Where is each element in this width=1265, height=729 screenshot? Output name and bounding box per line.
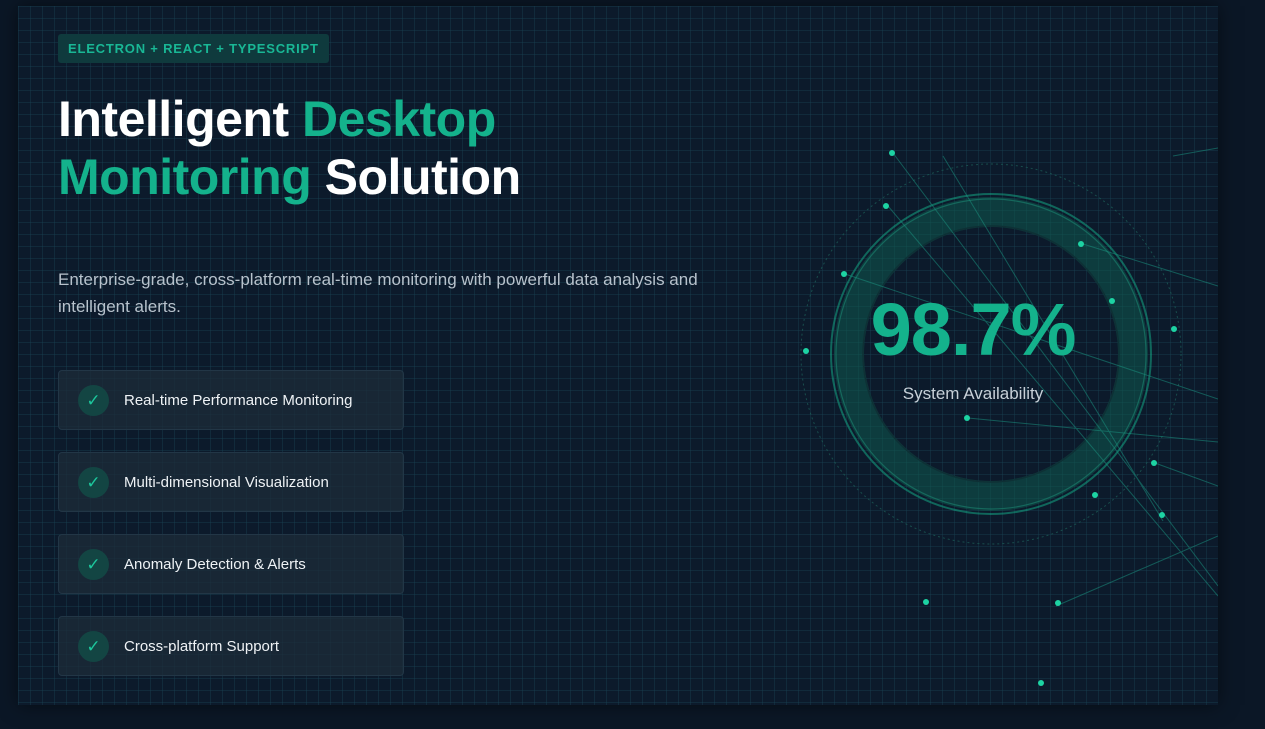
node-dot xyxy=(1171,326,1177,332)
check-icon: ✓ xyxy=(78,385,109,416)
network-visualization xyxy=(800,147,1218,686)
feature-item: ✓ Anomaly Detection & Alerts xyxy=(58,534,404,594)
node-dot xyxy=(1151,460,1157,466)
availability-value: 98.7% xyxy=(870,288,1077,371)
check-icon: ✓ xyxy=(78,631,109,662)
hero-subtitle: Enterprise-grade, cross-platform real-ti… xyxy=(58,270,698,316)
hero-title: Intelligent Desktop Monitoring Solution xyxy=(58,90,521,206)
title-text-monitoring: Monitoring xyxy=(58,149,312,205)
page-background: ELECTRON + REACT + TYPESCRIPT Intelligen… xyxy=(0,0,1265,729)
node-dot xyxy=(964,415,970,421)
connection-line xyxy=(1172,147,1218,157)
check-icon: ✓ xyxy=(78,467,109,498)
feature-label: Anomaly Detection & Alerts xyxy=(124,556,306,573)
feature-label: Cross-platform Support xyxy=(124,638,280,655)
node-dot xyxy=(1159,512,1165,518)
feature-item: ✓ Cross-platform Support xyxy=(58,616,404,676)
feature-list: ✓ Real-time Performance Monitoring ✓ Mul… xyxy=(58,370,406,698)
title-text-intelligent: Intelligent xyxy=(58,91,302,147)
check-icon: ✓ xyxy=(78,549,109,580)
node-dot xyxy=(1038,680,1044,686)
connection-line xyxy=(1154,462,1218,487)
title-text-solution: Solution xyxy=(311,149,521,205)
node-dot xyxy=(1078,241,1084,247)
node-dot xyxy=(889,150,895,156)
connection-line xyxy=(1055,535,1218,607)
title-text-desktop: Desktop xyxy=(302,91,496,147)
availability-label: System Availability xyxy=(902,384,1044,403)
node-dot xyxy=(803,348,809,354)
node-dot xyxy=(923,599,929,605)
node-dot xyxy=(1092,492,1098,498)
feature-item: ✓ Multi-dimensional Visualization xyxy=(58,452,404,512)
tech-stack-badge: ELECTRON + REACT + TYPESCRIPT xyxy=(58,34,329,63)
node-dot xyxy=(883,203,889,209)
node-dot xyxy=(1055,600,1061,606)
feature-item: ✓ Real-time Performance Monitoring xyxy=(58,370,404,430)
feature-label: Multi-dimensional Visualization xyxy=(124,474,329,491)
node-dot xyxy=(841,271,847,277)
node-dot xyxy=(1109,298,1115,304)
feature-label: Real-time Performance Monitoring xyxy=(124,392,353,409)
